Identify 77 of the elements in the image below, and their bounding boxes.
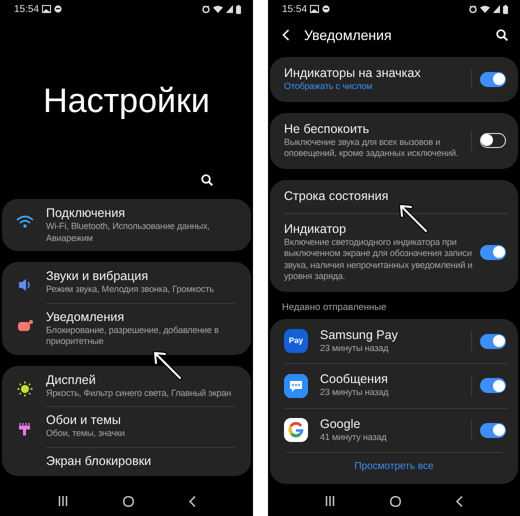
app-time: 41 минуту назад [320,432,388,444]
toggle-switch[interactable] [480,378,506,393]
pay-app-icon: Pay [284,329,308,353]
item-title: Индикаторы на значках [284,66,421,81]
recent-apps-icon[interactable] [325,496,336,506]
item-title: Звуки и вибрация [46,269,148,284]
toggle-switch[interactable] [480,334,506,348]
item-title: Дисплей [46,372,96,388]
item-title: Подключения [46,206,126,221]
settings-item[interactable]: Экран блокировки [2,446,251,476]
settings-item[interactable]: Уведомления Блокирование, разрешение, добавление в приоритетные [2,302,251,354]
app-time: 23 минуты назад [320,342,390,354]
battery-icon [503,4,508,14]
item-title: Строка состояния [284,188,388,204]
app-item[interactable]: Pay Samsung Pay 23 минуты назад [270,318,518,364]
back-icon[interactable] [188,496,196,506]
app-name: Samsung Pay [320,328,398,343]
search-icon[interactable] [496,29,508,41]
item-title: Индикатор [284,222,346,236]
image-icon [310,5,320,13]
toggle-switch[interactable] [480,133,506,148]
image-icon [42,5,52,13]
item-title: Обои и темы [46,413,121,428]
app-item[interactable]: Сообщения 23 минуты назад [270,363,518,408]
item-subtitle: Включение светодиодного индикатора при выключенном экране для обозначения записи звука, наличия непрочитанных уведомлений и уровня заряда. [284,236,474,282]
notification-icon [16,318,34,334]
signal-icon [493,5,500,13]
settings-item[interactable]: Обои и темы Обои, темы, значки [2,406,251,446]
recent-apps-icon[interactable] [58,496,68,506]
item-subtitle: Блокирование, разрешение, добавление в приоритетные [46,324,220,348]
item-subtitle: Отображать с числом [284,81,374,92]
settings-item[interactable]: Не беспокоить Выключение звука для всех вызовов и оповещений, кроме заданных исключений. [270,112,518,168]
home-icon[interactable] [390,496,401,506]
settings-item[interactable]: Индикатор Включение светодиодного индикатора при выключенном экране для обозначения записи звука, наличия непрочитанных уведомлений и уровня заряда. [270,212,518,292]
alarm-icon [202,5,210,13]
settings-item[interactable]: Индикаторы на значках Отображать с числом [270,57,518,102]
search-icon[interactable] [201,174,213,186]
settings-item[interactable]: Строка состояния [270,180,518,212]
app-name: Google [320,416,360,432]
notification-icon [54,5,62,13]
app-item[interactable]: Google 41 минуту назад [270,408,518,452]
google-logo-icon [284,418,308,442]
app-name: Сообщения [320,372,388,388]
home-icon[interactable] [122,496,134,506]
chat-bubble-icon [284,374,308,398]
signal-icon [226,5,233,13]
item-subtitle: Яркость, Фильтр синего света, Главный экран [46,388,232,399]
settings-item[interactable]: Дисплей Яркость, Фильтр синего света, Главный экран [2,366,251,406]
pointer-arrow [152,350,182,380]
alarm-icon [469,5,477,13]
item-subtitle: Wi-Fi, Bluetooth, Использование данных, Авиарежим [46,221,211,244]
settings-item[interactable]: Подключения Wi-Fi, Bluetooth, Использование данных, Авиарежим [2,199,251,251]
status-time: 15:54 [14,2,40,16]
sun-icon [16,380,34,396]
screen-title: Уведомления [304,26,393,45]
battery-icon [236,4,241,14]
back-icon[interactable] [456,496,463,506]
wifi-icon [213,5,223,13]
item-subtitle: Выключение звука для всех вызовов и оповещений, кроме заданных исключений. [284,136,460,160]
view-all-link[interactable]: Просмотреть все [354,461,434,472]
wifi-icon [16,214,34,230]
page-title: Настройки [42,84,211,118]
settings-item[interactable]: Звуки и вибрация Режим звука, Мелодия звонка, Громкость [2,262,251,302]
section-label: Недавно отправленные [281,300,388,314]
item-title: Уведомления [46,310,124,324]
item-subtitle: Обои, темы, значки [46,428,125,440]
wifi-icon [480,5,490,13]
item-title: Не беспокоить [284,122,370,136]
toggle-switch[interactable] [480,72,506,87]
toggle-switch[interactable] [480,422,506,438]
item-subtitle: Режим звука, Мелодия звонка, Громкость [46,284,214,296]
app-time: 23 минуты назад [320,387,390,399]
pointer-arrow [398,203,428,233]
notification-icon [322,5,330,13]
item-title: Экран блокировки [46,454,152,468]
toggle-switch[interactable] [480,244,506,260]
status-time: 15:54 [282,2,308,16]
